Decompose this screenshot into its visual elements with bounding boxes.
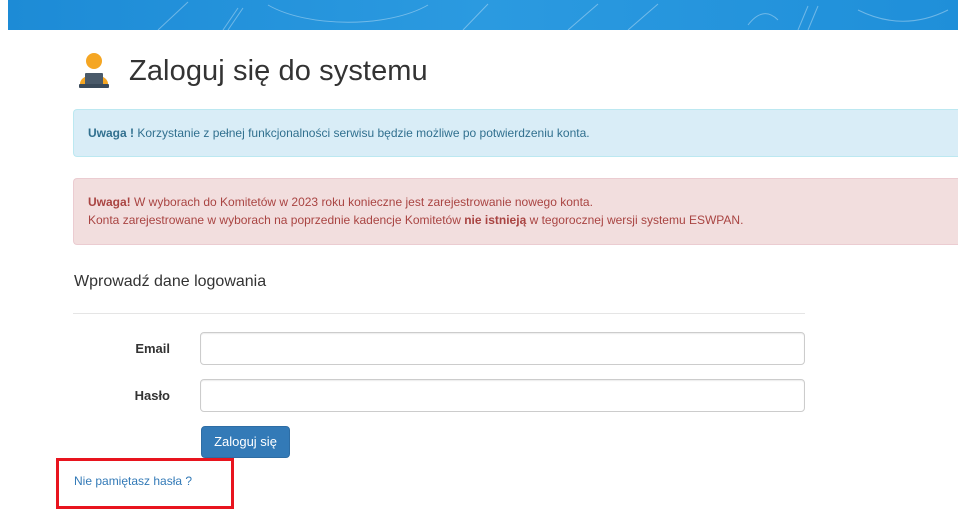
forgot-password-link[interactable]: Nie pamiętasz hasła ? <box>74 474 192 488</box>
page-header: Zaloguj się do systemu <box>76 51 428 91</box>
login-section-title: Wprowadź dane logowania <box>74 273 267 290</box>
user-at-laptop-icon <box>79 53 109 88</box>
email-input[interactable] <box>200 332 805 365</box>
banner-decoration <box>157 1 949 30</box>
danger-alert-strong: Uwaga! <box>88 195 131 209</box>
password-label: Hasło <box>134 388 170 403</box>
danger-alert-line2-strong: nie istnieją <box>464 213 527 227</box>
info-alert-strong: Uwaga ! <box>88 126 135 140</box>
danger-alert-line-2: Konta zarejestrowane w wyborach na poprz… <box>88 211 958 229</box>
password-input[interactable] <box>200 379 805 412</box>
danger-alert-line2-after: w tegorocznej wersji systemu ESWPAN. <box>526 213 744 227</box>
danger-alert-line-1: Uwaga! W wyborach do Komitetów w 2023 ro… <box>88 193 958 211</box>
section-divider <box>73 313 805 314</box>
page-title: Zaloguj się do systemu <box>129 54 428 87</box>
info-alert: Uwaga ! Korzystanie z pełnej funkcjonaln… <box>73 109 958 157</box>
email-label: Email <box>135 341 170 356</box>
danger-alert-line1-text: W wyborach do Komitetów w 2023 roku koni… <box>130 195 593 209</box>
top-banner <box>8 0 958 30</box>
danger-alert-line2-before: Konta zarejestrowane w wyborach na poprz… <box>88 213 465 227</box>
info-alert-text: Korzystanie z pełnej funkcjonalności ser… <box>134 126 590 140</box>
danger-alert: Uwaga! W wyborach do Komitetów w 2023 ro… <box>73 178 958 245</box>
login-button[interactable]: Zaloguj się <box>201 426 290 458</box>
